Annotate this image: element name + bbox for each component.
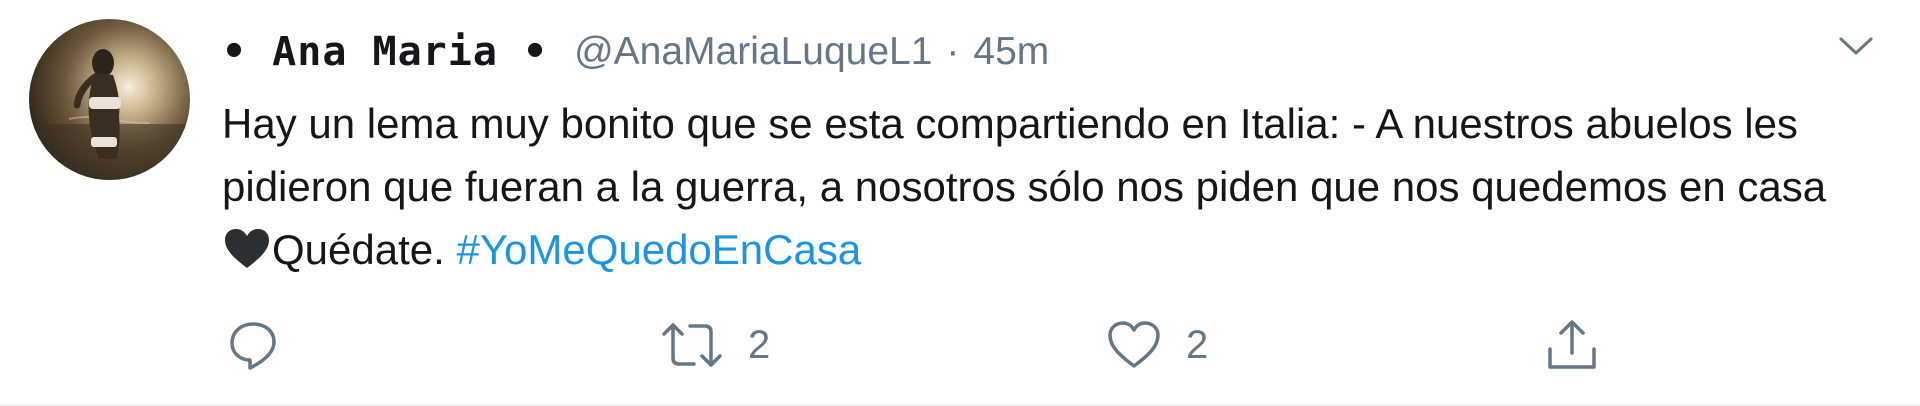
retweet-count: 2 [748, 322, 771, 367]
black-heart-emoji [224, 224, 270, 287]
more-menu-button[interactable] [1834, 24, 1878, 68]
more-caret-icon [1839, 37, 1873, 55]
avatar-photo [29, 19, 190, 180]
avatar[interactable] [29, 19, 190, 180]
share-button[interactable] [1544, 310, 1600, 380]
user-handle[interactable]: @AnaMariaLuqueL1 [574, 30, 932, 74]
separator-dot: · [946, 30, 960, 73]
retweet-button[interactable]: 2 [660, 310, 770, 380]
tweet-header: • Ana Maria • @AnaMariaLuqueL1 · 45m [222, 24, 1049, 80]
like-button[interactable]: 2 [1106, 310, 1208, 380]
display-name[interactable]: • Ana Maria • [222, 29, 548, 75]
hashtag-link[interactable]: #YoMeQuedoEnCasa [456, 226, 861, 273]
tweet-text: Hay un lema muy bonito que se esta compa… [222, 92, 1872, 287]
timestamp[interactable]: 45m [973, 30, 1049, 74]
like-count: 2 [1186, 322, 1209, 367]
reply-button[interactable] [226, 310, 304, 380]
tweet-text-after: Quédate. [272, 226, 457, 273]
retweet-icon [662, 323, 722, 367]
reply-icon [230, 322, 276, 370]
like-icon [1108, 321, 1160, 368]
tweet-text-main: Hay un lema muy bonito que se esta compa… [222, 100, 1827, 210]
share-icon [1548, 320, 1596, 369]
tweet-card[interactable]: • Ana Maria • @AnaMariaLuqueL1 · 45m Hay… [0, 0, 1920, 406]
